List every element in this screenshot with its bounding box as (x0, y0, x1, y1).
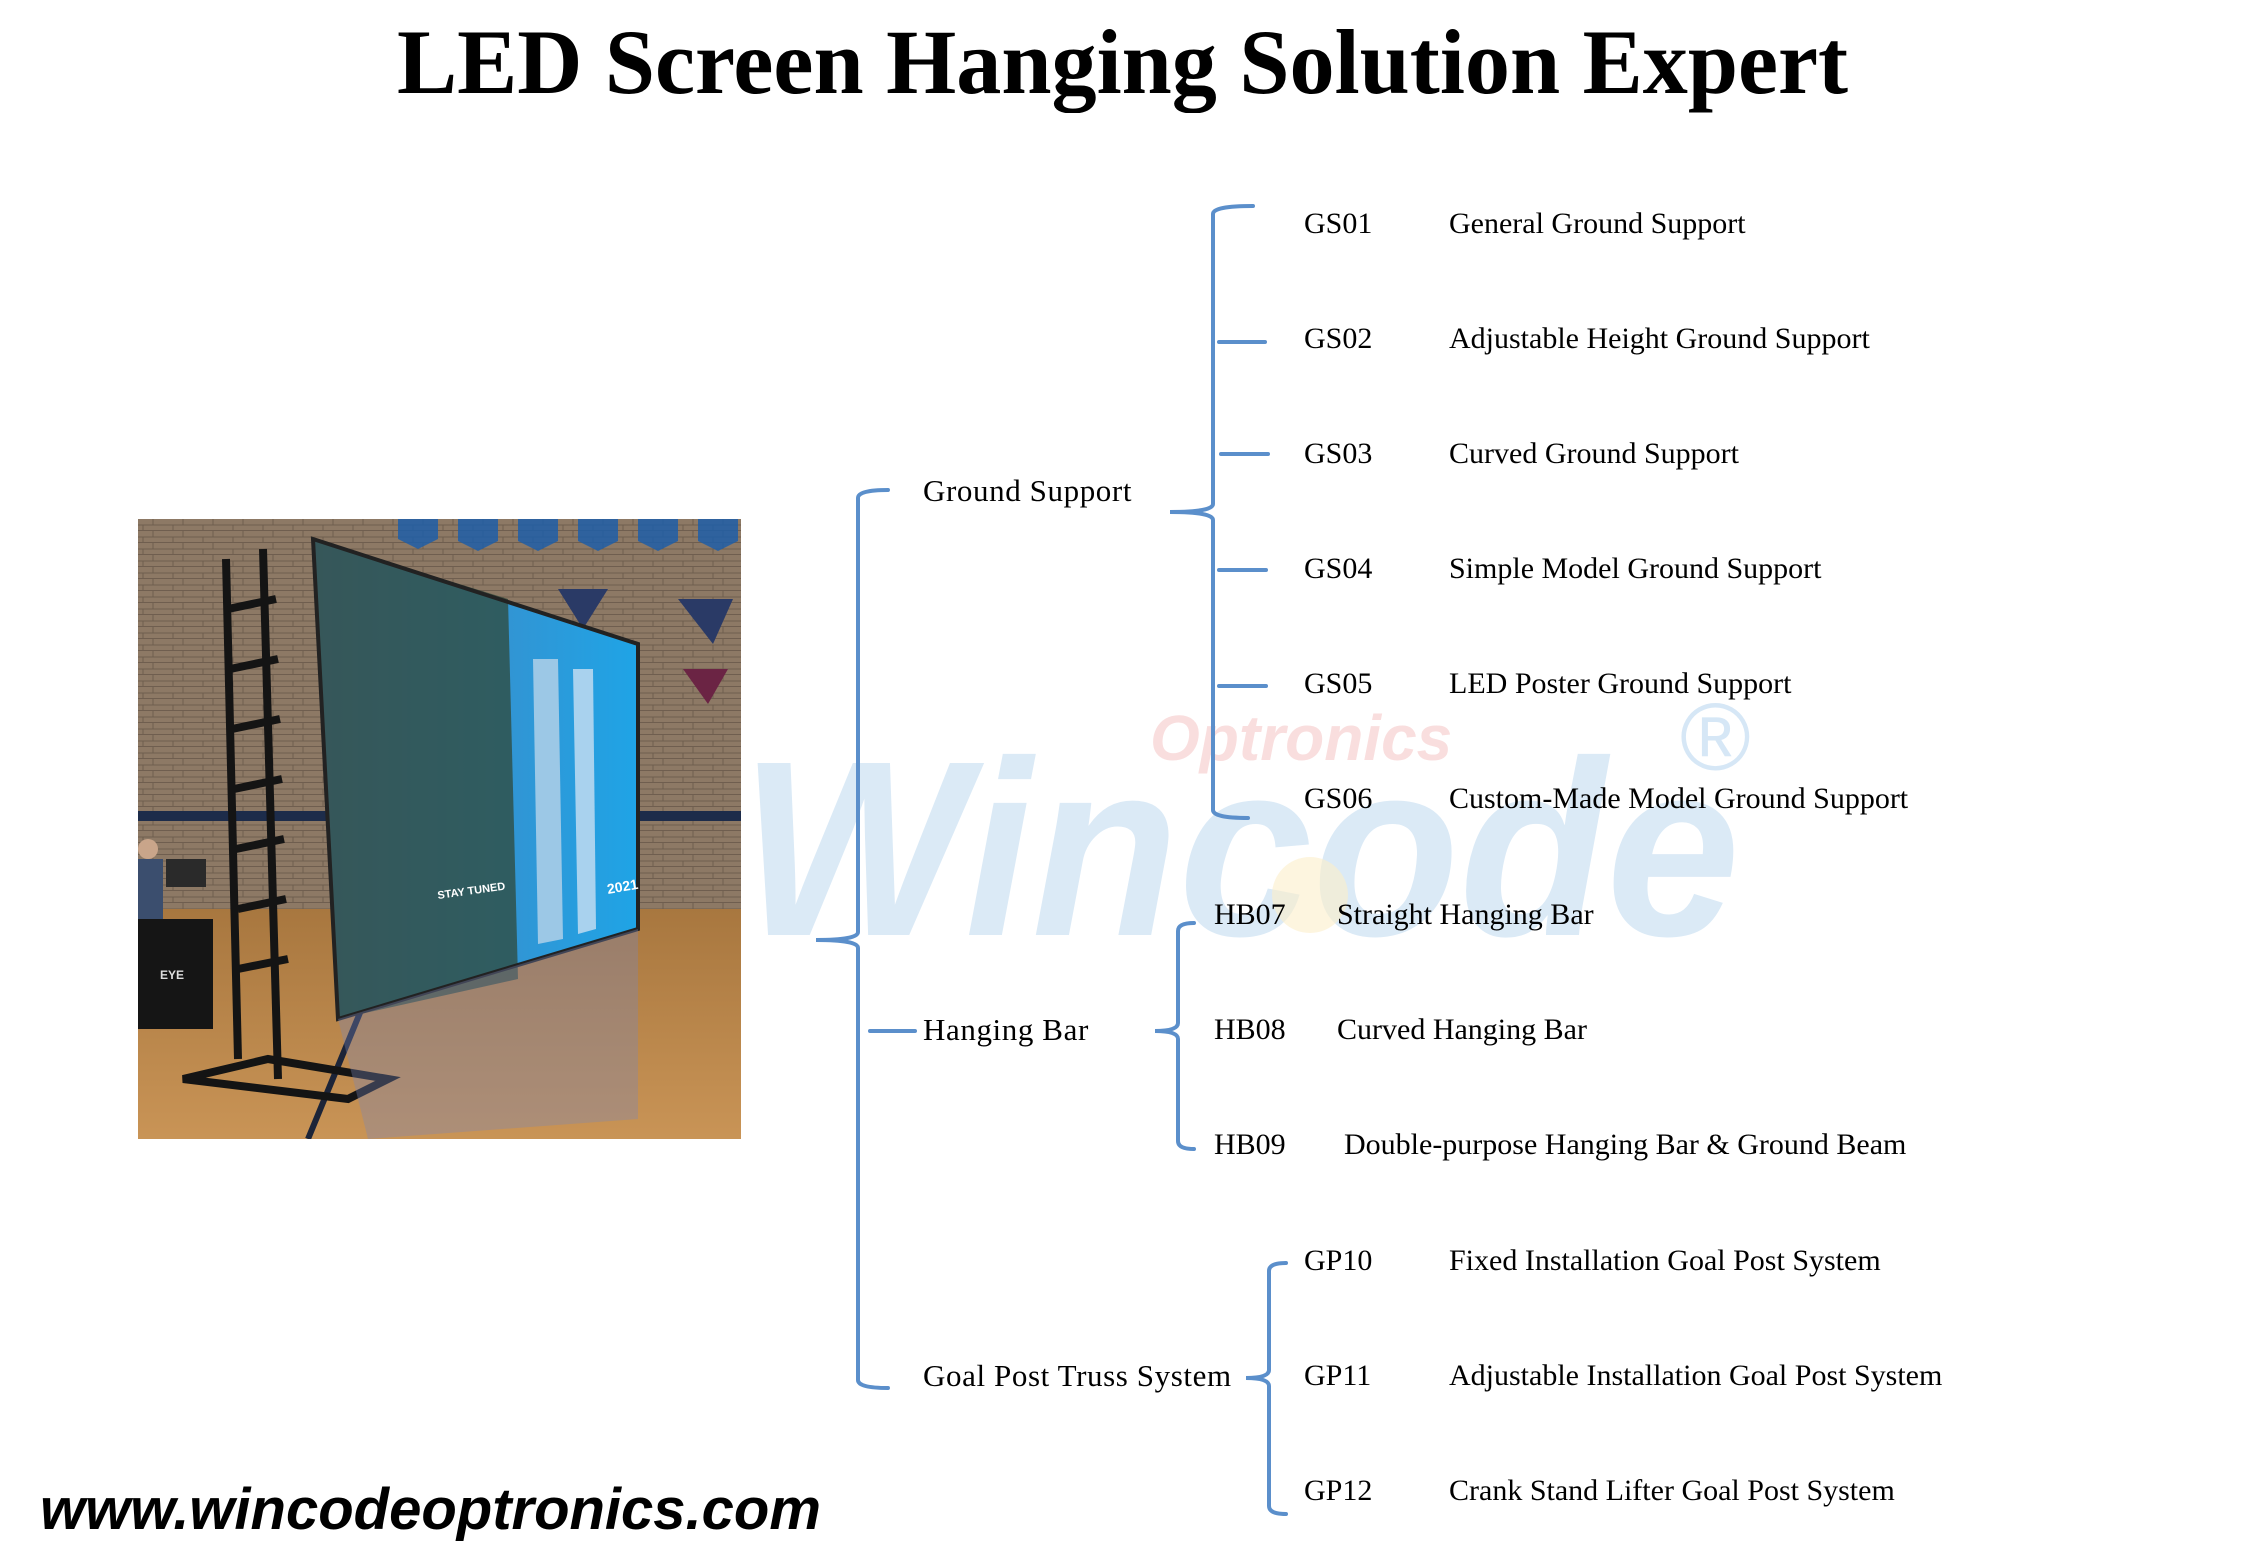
item-code: GS02 (1304, 322, 1373, 355)
item-code: HB09 (1214, 1128, 1286, 1161)
item-name: Custom-Made Model Ground Support (1449, 782, 1909, 815)
page-title: LED Screen Hanging Solution Expert (396, 11, 1849, 113)
product-photo: STAY TUNED 2021 EYE (138, 519, 741, 1139)
item-code: GP11 (1304, 1359, 1372, 1392)
category-hanging-bar: Hanging Bar (923, 1012, 1089, 1047)
item-name: Adjustable Installation Goal Post System (1449, 1359, 1943, 1392)
item-name: Straight Hanging Bar (1337, 898, 1594, 931)
main-bracket (815, 488, 890, 1390)
item-name: Curved Ground Support (1449, 437, 1739, 470)
item-name: Simple Model Ground Support (1449, 552, 1822, 585)
item-name: General Ground Support (1449, 207, 1746, 240)
item-name: Crank Stand Lifter Goal Post System (1449, 1474, 1895, 1507)
item-code: GP10 (1304, 1244, 1373, 1277)
item-code: GP12 (1304, 1474, 1373, 1507)
equipment-label: EYE (160, 968, 184, 982)
gs-bracket (1169, 204, 1255, 820)
item-name: Adjustable Height Ground Support (1449, 322, 1870, 355)
item-code: HB08 (1214, 1013, 1286, 1046)
item-name: LED Poster Ground Support (1449, 667, 1792, 700)
item-name: Double-purpose Hanging Bar & Ground Beam (1344, 1128, 1907, 1161)
item-code: GS06 (1304, 782, 1373, 815)
item-code: HB07 (1214, 898, 1286, 931)
hb-bracket (1154, 921, 1196, 1151)
category-goal-post-truss-system: Goal Post Truss System (923, 1358, 1232, 1393)
item-name: Curved Hanging Bar (1337, 1013, 1587, 1046)
item-code: GS04 (1304, 552, 1373, 585)
category-ground-support: Ground Support (923, 473, 1133, 508)
item-code: GS03 (1304, 437, 1373, 470)
gp-bracket (1245, 1261, 1288, 1516)
item-code: GS01 (1304, 207, 1373, 240)
watermark-brand: Wincode (740, 709, 1740, 980)
item-name: Fixed Installation Goal Post System (1449, 1244, 1881, 1277)
item-code: GS05 (1304, 667, 1373, 700)
website-url[interactable]: www.wincodeoptronics.com (40, 1478, 821, 1542)
brand-watermark: Wincode Optronics ® (720, 680, 1840, 988)
watermark-subtitle: Optronics (1150, 702, 1452, 774)
